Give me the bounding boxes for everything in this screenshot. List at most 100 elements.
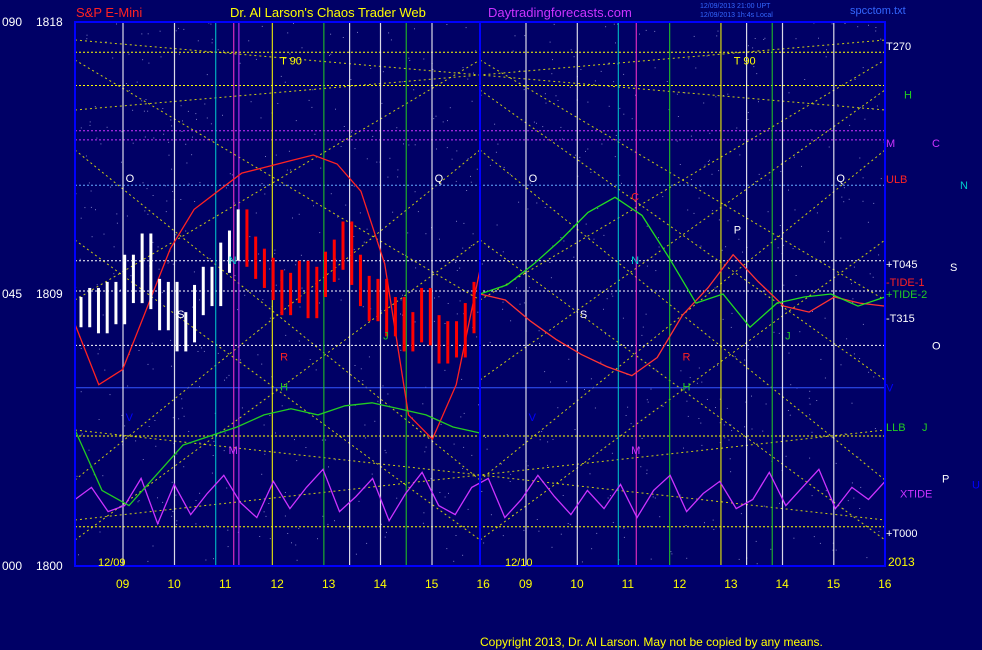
star [269,538,271,540]
star [80,217,82,219]
chart-letter: C [631,191,639,203]
star [869,273,871,275]
star [262,299,264,301]
star [619,107,621,109]
star [159,30,161,32]
star [98,419,100,420]
star [372,135,374,137]
star [444,323,446,324]
star [439,492,441,493]
star [402,294,403,296]
star [552,59,553,61]
star [446,548,448,550]
star [176,520,178,522]
star [695,67,697,69]
star [163,133,165,135]
star [298,213,300,215]
star [587,101,589,103]
star [747,45,749,47]
star [289,53,291,55]
star [747,119,749,120]
star [434,297,435,299]
star [281,405,283,407]
star [80,391,82,393]
star [687,209,689,211]
star [264,453,266,455]
star [188,183,190,185]
star [185,143,187,145]
star [700,422,702,424]
star [646,469,648,471]
star [144,136,146,138]
star [78,554,79,556]
star [725,246,727,248]
star [666,81,668,82]
star [265,156,266,157]
star [414,321,416,323]
star [859,157,861,159]
chart-letter: S [580,309,587,321]
star [647,401,649,403]
star [126,215,128,217]
star [334,520,335,522]
star [779,225,781,226]
star [96,137,98,139]
star [211,472,213,474]
star [280,75,282,77]
x-hour-label: 10 [168,577,182,591]
star [600,361,602,363]
star [231,174,233,176]
star [400,313,401,315]
x-hour-label: 15 [827,577,841,591]
star [357,31,358,33]
year-label: 2013 [888,555,915,569]
star [255,58,257,60]
star [263,511,265,513]
star [704,522,705,524]
star [615,135,617,136]
star [113,273,115,275]
star [132,109,134,111]
right-level-label: +T045 [886,259,918,271]
star [425,233,427,235]
star [527,208,529,210]
header-site-link[interactable]: Daytradingforecasts.com [488,5,632,20]
star [384,536,386,538]
star [206,525,207,527]
star [255,212,257,214]
star [295,544,297,546]
star [274,253,276,255]
star [430,478,432,480]
star [590,378,592,380]
star [193,271,195,273]
star [864,118,866,120]
star [680,370,682,372]
star [362,380,364,381]
y-angle-label: 090 [2,15,22,29]
star [138,350,140,351]
star [873,202,875,204]
star [135,440,137,442]
star [862,177,864,179]
star [693,35,695,37]
star [509,173,511,175]
star [514,35,516,37]
star [274,249,276,251]
star [433,118,435,120]
star [527,465,529,467]
star [168,261,170,263]
star [880,38,882,40]
star [792,248,794,250]
star [145,99,147,100]
star [172,417,174,419]
star [500,463,502,465]
star [502,308,504,310]
star [467,158,469,160]
star [315,369,317,371]
star [397,169,399,171]
x-hour-label: 12 [271,577,285,591]
star [843,187,845,189]
star [809,414,811,416]
star [425,446,427,448]
star [589,473,591,475]
